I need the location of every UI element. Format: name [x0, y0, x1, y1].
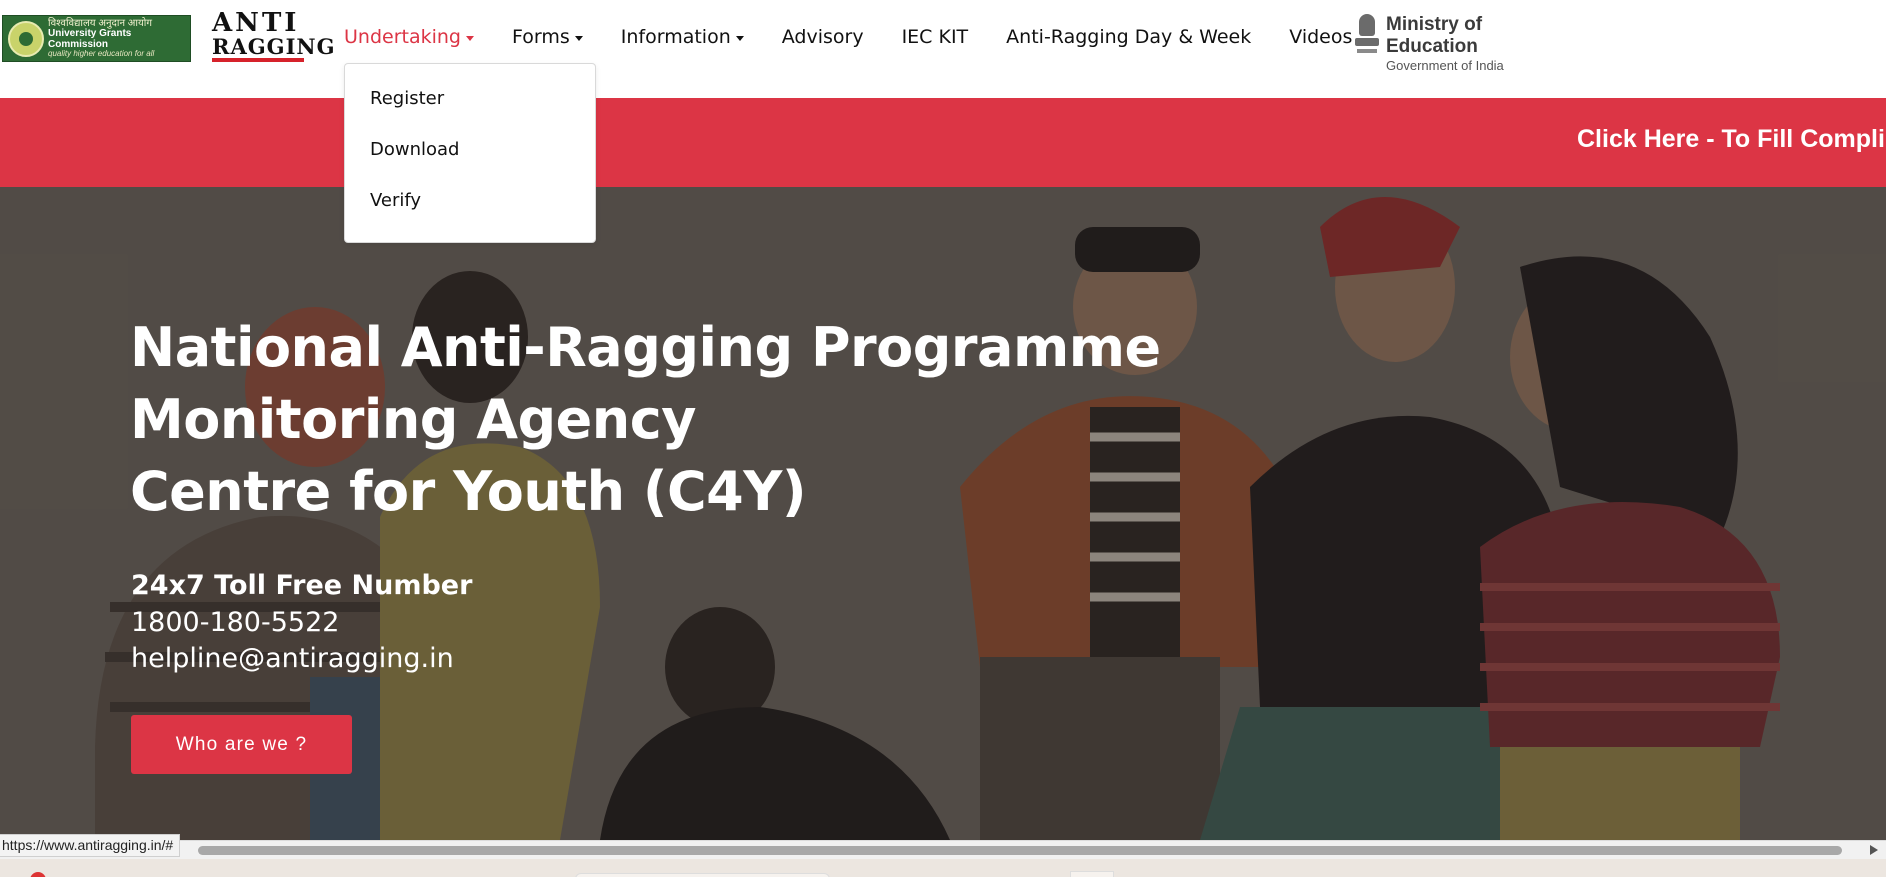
ministry-subtitle: Government of India — [1386, 58, 1504, 73]
national-emblem-icon — [1354, 14, 1380, 58]
nav-item-label: Advisory — [781, 26, 864, 48]
nav-item-forms[interactable]: Forms — [512, 26, 583, 48]
taskbar-item[interactable] — [1070, 871, 1114, 877]
ugc-logo-text: विश्वविद्यालय अनुदान आयोग University Gra… — [48, 18, 190, 59]
anti-ragging-logo[interactable]: ANTI RAGGING — [212, 8, 335, 62]
hero-section: National Anti-Ragging Programme Monitori… — [0, 187, 1886, 840]
nav-item-anti-ragging-day-week[interactable]: Anti-Ragging Day & Week — [1006, 26, 1251, 48]
nav-item-label: Undertaking — [344, 26, 461, 48]
taskbar-search-box[interactable] — [575, 873, 830, 877]
nav-item-label: Videos — [1289, 26, 1353, 48]
ugc-name: University Grants Commission — [48, 28, 132, 50]
nav-item-undertaking[interactable]: Undertaking — [344, 26, 474, 48]
main-nav: Undertaking Forms Information Advisory I… — [344, 22, 1390, 52]
ministry-of-education-logo[interactable]: Ministry of Education Government of Indi… — [1354, 14, 1564, 73]
undertaking-dropdown-menu: Register Download Verify — [344, 63, 596, 243]
ugc-emblem-icon — [8, 20, 44, 57]
toll-free-number[interactable]: 1800-180-5522 — [131, 607, 339, 638]
anti-ragging-logo-line1: ANTI — [212, 8, 300, 38]
scrollbar-thumb[interactable] — [198, 846, 1842, 855]
ministry-title: Ministry of Education — [1386, 14, 1483, 57]
scroll-right-arrow-icon[interactable] — [1870, 845, 1878, 855]
hero-title-line: Centre for Youth (C4Y) — [130, 460, 806, 523]
nav-item-label: Forms — [512, 26, 570, 48]
caret-down-icon — [735, 35, 744, 41]
nav-item-videos[interactable]: Videos — [1289, 26, 1352, 48]
ministry-logo-text: Ministry of Education Government of Indi… — [1386, 14, 1564, 73]
site-header: विश्वविद्यालय अनुदान आयोग University Gra… — [0, 0, 1886, 98]
caret-down-icon — [466, 35, 474, 41]
helpline-email[interactable]: helpline@antiragging.in — [131, 643, 454, 674]
ugc-tagline: quality higher education for all — [48, 49, 155, 59]
nav-item-label: Anti-Ragging Day & Week — [1006, 26, 1252, 48]
anti-ragging-logo-line2: RAGGING — [212, 36, 335, 62]
nav-item-iec-kit[interactable]: IEC KIT — [902, 26, 969, 48]
dropdown-item-register[interactable]: Register — [345, 88, 595, 139]
ugc-logo[interactable]: विश्वविद्यालय अनुदान आयोग University Gra… — [2, 15, 191, 62]
nav-item-information[interactable]: Information — [621, 26, 744, 48]
complaint-marquee-link[interactable]: Click Here - To Fill Compli — [1577, 125, 1885, 154]
dropdown-item-verify[interactable]: Verify — [345, 190, 595, 241]
status-bar-url: https://www.antiragging.in/# — [0, 834, 181, 857]
nav-item-label: IEC KIT — [901, 26, 969, 48]
taskbar-strip — [0, 859, 1886, 877]
hero-title: National Anti-Ragging Programme Monitori… — [130, 312, 1161, 528]
complaint-banner: Click Here - To Fill Compli — [0, 98, 1886, 187]
toll-free-label: 24x7 Toll Free Number — [131, 570, 473, 601]
nav-item-advisory[interactable]: Advisory — [782, 26, 864, 48]
caret-down-icon — [574, 35, 583, 41]
dropdown-item-download[interactable]: Download — [345, 139, 595, 190]
nav-item-label: Information — [620, 26, 731, 48]
hero-title-line: National Anti-Ragging Programme — [130, 316, 1161, 379]
hero-title-line: Monitoring Agency — [130, 388, 696, 451]
horizontal-scrollbar[interactable] — [0, 840, 1886, 859]
who-are-we-button[interactable]: Who are we ? — [131, 715, 352, 774]
